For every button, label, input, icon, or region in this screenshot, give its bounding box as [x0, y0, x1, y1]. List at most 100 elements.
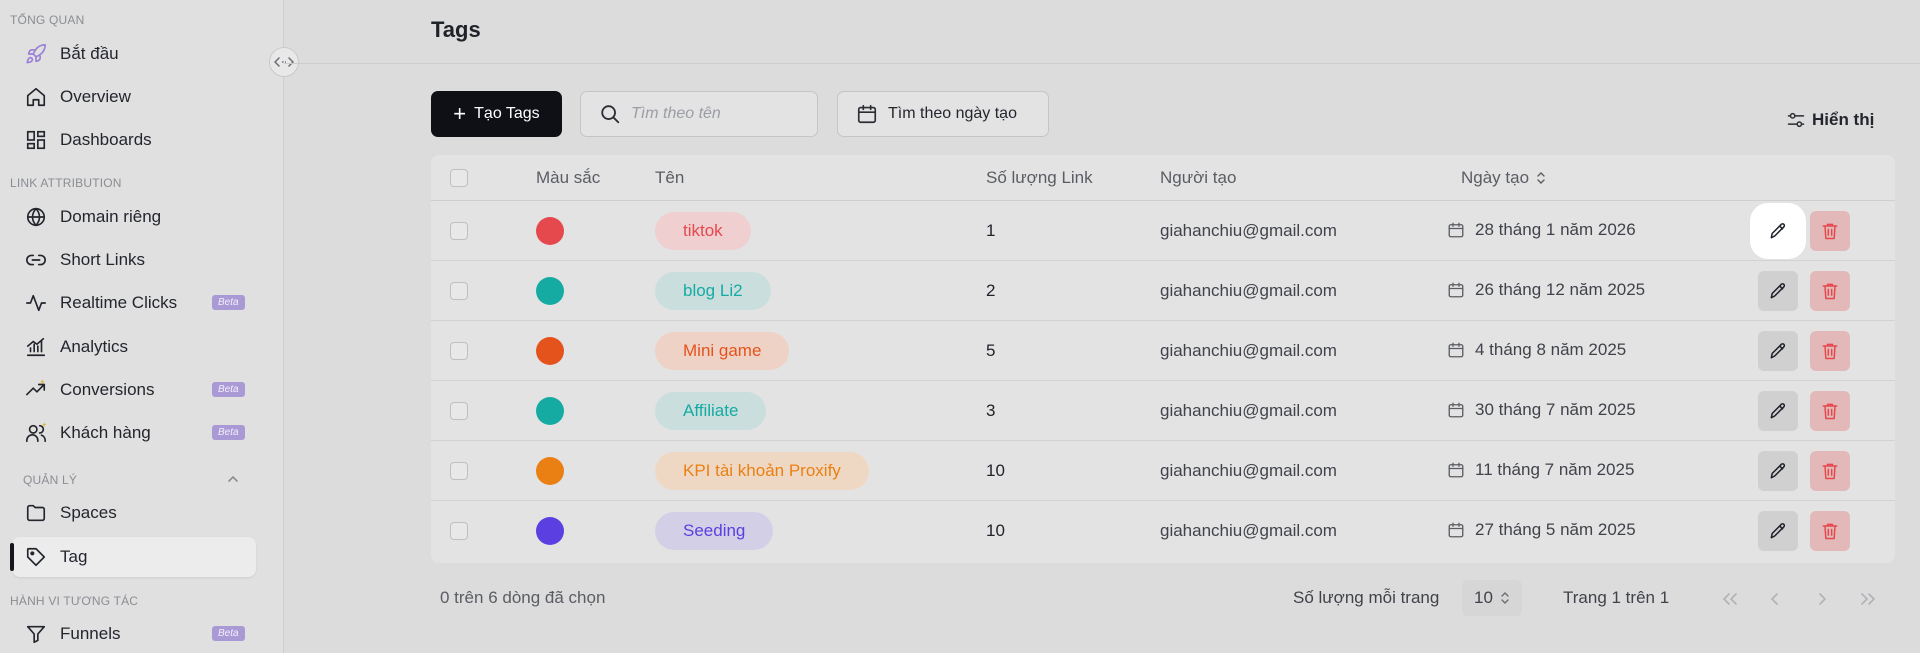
created-date: 27 tháng 5 năm 2025: [1447, 520, 1636, 540]
sidebar-item-realtime-clicks[interactable]: Realtime Clicks Beta: [12, 283, 256, 323]
table-row: blog Li2 2 giahanchiu@gmail.com 26 tháng 12…: [431, 261, 1895, 321]
sidebar-item-khach-hang[interactable]: Khách hàng Beta: [12, 413, 256, 453]
sidebar-item-label: Conversions: [60, 380, 155, 399]
calendar-icon: [1448, 282, 1464, 298]
creator-email: giahanchiu@gmail.com: [1160, 341, 1337, 360]
sidebar-item-short-links[interactable]: Short Links: [12, 240, 256, 280]
tag-name-pill: KPI tài khoản Proxify: [655, 452, 869, 490]
create-tag-label: Tạo Tags: [474, 105, 540, 122]
edit-tag-button[interactable]: [1758, 391, 1798, 431]
select-all-checkbox[interactable]: [450, 169, 468, 187]
delete-tag-button[interactable]: [1810, 331, 1850, 371]
edit-tag-button[interactable]: [1758, 211, 1798, 251]
pencil-icon: [1770, 343, 1786, 359]
pencil-icon: [1770, 523, 1786, 539]
row-checkbox[interactable]: [450, 342, 468, 360]
delete-tag-button[interactable]: [1810, 451, 1850, 491]
display-options-button[interactable]: Hiển thị: [1786, 110, 1874, 130]
sidebar-item-label: Khách hàng: [60, 423, 151, 442]
date-filter-button[interactable]: Tìm theo ngày tạo: [837, 91, 1049, 137]
created-date-text: 27 tháng 5 năm 2025: [1475, 520, 1636, 539]
globe-icon: [24, 205, 48, 229]
trash-icon: [1822, 223, 1838, 240]
tag-color-swatch: [536, 517, 564, 545]
delete-tag-button[interactable]: [1810, 391, 1850, 431]
rows-per-page-label: Số lượng mỗi trang: [1293, 588, 1440, 607]
delete-tag-button[interactable]: [1810, 211, 1850, 251]
previous-page-button[interactable]: [1762, 586, 1788, 612]
users-icon: [24, 421, 48, 445]
created-date: 11 tháng 7 năm 2025: [1447, 460, 1634, 480]
link-count: 10: [986, 521, 1005, 540]
sidebar-item-spaces[interactable]: Spaces: [12, 493, 256, 533]
sidebar: TỔNG QUAN Bắt đầu Overview Dashboards LI…: [0, 0, 284, 653]
row-checkbox[interactable]: [450, 282, 468, 300]
sidebar-item-conversions[interactable]: Conversions Beta: [12, 370, 256, 410]
pencil-icon: [1770, 283, 1786, 299]
created-date: 28 tháng 1 năm 2026: [1447, 220, 1636, 240]
dashboard-icon: [24, 128, 48, 152]
rocket-icon: [24, 42, 48, 66]
sidebar-item-overview[interactable]: Overview: [12, 77, 256, 117]
pencil-icon: [1770, 403, 1786, 419]
edit-tag-button[interactable]: [1758, 511, 1798, 551]
trash-icon: [1822, 463, 1838, 480]
chevrons-right-icon: [1861, 593, 1876, 605]
trash-icon: [1822, 283, 1838, 300]
next-page-button[interactable]: [1809, 586, 1835, 612]
creator-email: giahanchiu@gmail.com: [1160, 401, 1337, 420]
calendar-icon: [1448, 462, 1464, 478]
beta-badge: Beta: [212, 295, 245, 310]
chevron-up-icon[interactable]: [226, 472, 240, 486]
table-row: Seeding 10 giahanchiu@gmail.com 27 tháng 5 …: [431, 501, 1895, 561]
column-header-created-date[interactable]: Ngày tạo: [1461, 168, 1547, 188]
search-input[interactable]: [631, 105, 801, 123]
created-date-text: 4 tháng 8 năm 2025: [1475, 340, 1627, 359]
column-header-link-count: Số lượng Link: [986, 168, 1093, 187]
sidebar-item-bat-dau[interactable]: Bắt đầu: [12, 34, 256, 74]
page-info: Trang 1 trên 1: [1563, 588, 1670, 607]
delete-tag-button[interactable]: [1810, 511, 1850, 551]
link-count: 5: [986, 341, 996, 360]
search-box[interactable]: [580, 91, 818, 137]
table-row: Affiliate 3 giahanchiu@gmail.com 30 tháng 7…: [431, 381, 1895, 441]
edit-tag-button[interactable]: [1758, 331, 1798, 371]
row-checkbox[interactable]: [450, 462, 468, 480]
sidebar-item-label: Spaces: [60, 503, 117, 522]
link-count: 2: [986, 281, 996, 300]
top-bar: Tags: [284, 0, 1920, 64]
first-page-button[interactable]: [1717, 586, 1743, 612]
row-checkbox[interactable]: [450, 402, 468, 420]
create-tag-button[interactable]: + Tạo Tags: [431, 91, 562, 137]
creator-email: giahanchiu@gmail.com: [1160, 521, 1337, 540]
link-count: 10: [986, 461, 1005, 480]
row-checkbox[interactable]: [450, 522, 468, 540]
select-arrows-icon: [1501, 592, 1509, 604]
rows-per-page-select[interactable]: 10: [1462, 580, 1522, 616]
tag-color-swatch: [536, 397, 564, 425]
beta-badge: Beta: [212, 382, 245, 397]
selection-count: 0 trên 6 dòng đã chọn: [440, 588, 606, 607]
sidebar-item-analytics[interactable]: Analytics: [12, 327, 256, 367]
tag-color-swatch: [536, 277, 564, 305]
last-page-button[interactable]: [1855, 586, 1881, 612]
column-header-color: Màu sắc: [536, 168, 601, 187]
row-checkbox[interactable]: [450, 222, 468, 240]
created-date-text: 26 tháng 12 năm 2025: [1475, 280, 1646, 299]
sidebar-item-tag[interactable]: Tag: [10, 537, 256, 577]
tag-color-swatch: [536, 217, 564, 245]
table-row: Mini game 5 giahanchiu@gmail.com 4 tháng 8 …: [431, 321, 1895, 381]
edit-tag-button[interactable]: [1758, 451, 1798, 491]
date-filter-label: Tìm theo ngày tạo: [888, 105, 1017, 122]
link-count: 1: [986, 221, 996, 240]
tags-table: Màu sắc Tên Số lượng Link Người tạo Ngày…: [431, 155, 1895, 563]
edit-tag-button[interactable]: [1758, 271, 1798, 311]
search-icon: [601, 105, 620, 124]
link-count: 3: [986, 401, 996, 420]
folder-icon: [24, 501, 48, 525]
sidebar-item-funnels[interactable]: Funnels Beta: [12, 614, 256, 653]
delete-tag-button[interactable]: [1810, 271, 1850, 311]
sidebar-item-domain[interactable]: Domain riêng: [12, 197, 256, 237]
sidebar-item-dashboards[interactable]: Dashboards: [12, 120, 256, 160]
sort-icon: [1537, 172, 1545, 184]
